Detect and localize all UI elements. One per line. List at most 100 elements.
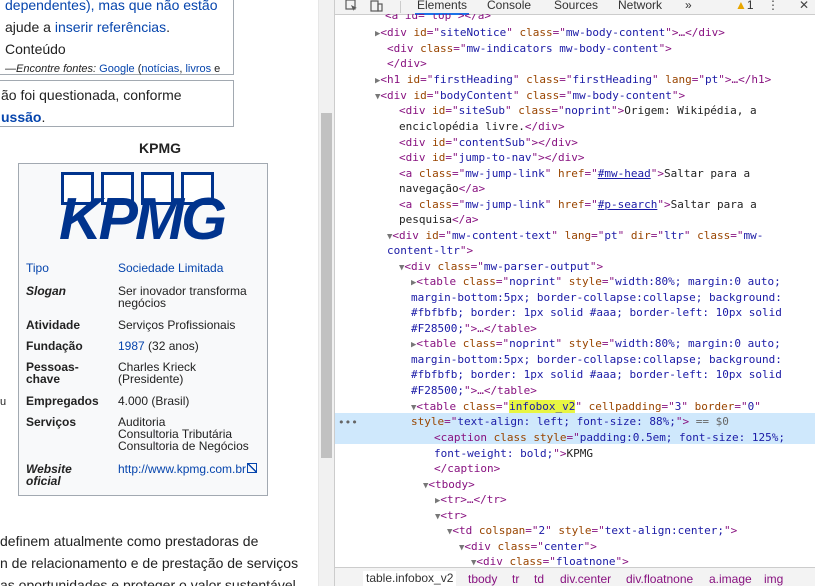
tree-node[interactable]: margin-bottom:5px; border-collapse:colla…	[411, 290, 815, 306]
tree-node[interactable]: navegação</a>	[399, 181, 815, 197]
website-link[interactable]: http://www.kpmg.com.br	[118, 462, 257, 476]
more-tabs-button[interactable]: »	[685, 0, 692, 12]
breadcrumb-item[interactable]: table.infobox_v2	[363, 571, 457, 586]
attr-value: pt	[705, 73, 719, 86]
tree-node[interactable]: ▼<tbody>	[423, 477, 815, 493]
dependentes-link[interactable]: dependentes), mas que não estão	[5, 0, 218, 13]
tree-node[interactable]: #fbfbfb; border: 1px solid #aaa; border-…	[411, 367, 815, 383]
breadcrumb-item[interactable]: tr	[512, 572, 519, 586]
tree-node[interactable]: <div id="siteSub" class="noprint">Origem…	[399, 103, 815, 119]
discussion-link[interactable]: ussão	[1, 109, 41, 125]
tree-node[interactable]: ▶<table class="noprint" style="width:80%…	[411, 336, 815, 352]
attr-value: #F28500;	[411, 322, 464, 335]
tree-node[interactable]: margin-bottom:5px; border-collapse:colla…	[411, 352, 815, 368]
row-value: Charles Krieck (Presidente)	[118, 360, 197, 386]
row-value-text: (32 anos)	[144, 339, 199, 353]
tree-node[interactable]: #F28500;">…</table>	[411, 383, 815, 399]
tree-node[interactable]: font-weight: bold;">KPMG	[434, 446, 815, 462]
attr-link[interactable]: #mw-head	[598, 167, 651, 180]
elements-tree[interactable]: ••• <a id="top"></a> ▶<div id="siteNotic…	[335, 14, 815, 567]
row-key-link[interactable]: Tipo	[26, 262, 116, 274]
tree-node[interactable]: content-ltr">	[387, 243, 815, 259]
breadcrumb-item[interactable]: div.floatnone	[626, 572, 693, 586]
insert-references-link[interactable]: inserir referências	[55, 19, 166, 35]
tree-node[interactable]: ▼<div class="center">	[459, 539, 815, 555]
tree-node[interactable]: </div>	[387, 56, 815, 72]
attr-value: mw-body-content	[572, 89, 672, 102]
tree-node[interactable]: <a class="mw-jump-link" href="#p-search"…	[399, 197, 815, 213]
tree-node[interactable]: ▼<div class="floatnone">	[471, 554, 815, 567]
tree-node[interactable]: <div class="mw-indicators mw-body-conten…	[387, 41, 815, 57]
tree-node[interactable]: ▼<div id="mw-content-text" lang="pt" dir…	[387, 228, 815, 244]
attr-value: pt	[604, 229, 618, 242]
tree-node[interactable]: ▼<div class="mw-parser-output">	[399, 259, 815, 275]
row-key: Pessoas-chave	[26, 361, 116, 385]
tree-node[interactable]: ▶<tr>…</tr>	[435, 492, 815, 508]
node-text: Saltar para a	[663, 167, 751, 180]
tree-node[interactable]: </caption>	[434, 461, 815, 477]
breadcrumb-item[interactable]: div.center	[560, 572, 611, 586]
references-notice: dependentes), mas que não estão ajude a …	[0, 0, 234, 75]
tree-node[interactable]: ▼<div id="bodyContent" class="mw-body-co…	[375, 88, 815, 104]
attr-value: noprint	[564, 104, 611, 117]
tree-node[interactable]: ▼<tr>	[435, 508, 815, 524]
books-link[interactable]: livros	[185, 63, 211, 75]
kpmg-logo[interactable]: KPMG	[59, 172, 253, 254]
tree-node[interactable]: ▶<div id="siteNotice" class="mw-body-con…	[375, 25, 815, 41]
service-item: Consultoria de Negócios	[118, 439, 249, 453]
attr-value: contentSub	[458, 136, 525, 149]
devtools-panel: Elements Console Sources Network » ▲1 ⋮ …	[334, 0, 815, 586]
row-value: 1987 (32 anos)	[118, 340, 264, 352]
news-link[interactable]: notícias	[141, 63, 179, 75]
tree-node[interactable]: <div id="jump-to-nav"></div>	[399, 150, 815, 166]
google-link[interactable]: Google	[99, 63, 134, 75]
breadcrumb-item[interactable]: a.image	[709, 572, 752, 586]
tab-elements[interactable]: Elements	[414, 0, 470, 15]
selected-tree-node[interactable]: style="text-align: left; font-size: 88%;…	[411, 414, 815, 430]
tree-node[interactable]: #F28500;">…</table>	[411, 321, 815, 337]
tree-node[interactable]: ▶<h1 id="firstHeading" class="firstHeadi…	[375, 72, 815, 88]
node-text: <a id="top"></a>	[385, 14, 491, 22]
row-value-link[interactable]: Sociedade Limitada	[118, 262, 264, 274]
notice-text: e	[211, 63, 221, 75]
body-line: definem atualmente como prestadoras de	[0, 533, 259, 549]
tree-node[interactable]: #fbfbfb; border: 1px solid #aaa; border-…	[411, 305, 815, 321]
tree-node[interactable]: <a id="top"></a>	[385, 14, 815, 24]
tree-node[interactable]: enciclopédia livre.</div>	[399, 119, 815, 135]
tree-node[interactable]: ▶<table class="noprint" style="width:80%…	[411, 274, 815, 290]
tree-node[interactable]: <caption class style="padding:0.5em; fon…	[434, 430, 815, 446]
attr-value: width:80%; margin:0 auto;	[615, 337, 781, 350]
tab-sources[interactable]: Sources	[554, 0, 598, 12]
infobox-caption: KPMG	[139, 140, 181, 156]
warning-count: 1	[746, 0, 754, 12]
selected-tree-node[interactable]: ▼<table class="infobox_v2" cellpadding="…	[411, 399, 815, 415]
year-link[interactable]: 1987	[118, 339, 145, 353]
scrollbar-thumb[interactable]	[321, 113, 332, 458]
tab-console[interactable]: Console	[487, 0, 531, 12]
attr-value: #F28500;	[411, 384, 464, 397]
inspect-element-icon[interactable]	[345, 0, 358, 15]
attr-value: jump-to-nav	[458, 151, 532, 164]
attr-value: #fbfbfb; border: 1px solid #aaa; border-…	[411, 368, 782, 381]
warning-badge[interactable]: ▲1	[735, 0, 754, 12]
settings-menu-icon[interactable]: ⋮	[767, 0, 779, 12]
page-scrollbar[interactable]	[318, 0, 334, 586]
tab-network[interactable]: Network	[618, 0, 662, 12]
tree-node[interactable]: pesquisa</a>	[399, 212, 815, 228]
close-icon[interactable]: ✕	[799, 0, 809, 12]
row-value: 4.000 (Brasil)	[118, 394, 190, 408]
breadcrumb-item[interactable]: tbody	[468, 572, 497, 586]
article-body: definem atualmente como prestadoras de n…	[0, 530, 318, 586]
breadcrumb-item[interactable]: td	[534, 572, 544, 586]
tree-node[interactable]: <div id="contentSub"></div>	[399, 135, 815, 151]
attr-value: mw-indicators mw-body-content	[466, 42, 659, 55]
breadcrumb-item[interactable]: img	[764, 572, 783, 586]
node-actions-icon[interactable]: •••	[338, 415, 358, 431]
device-toolbar-icon[interactable]	[370, 0, 383, 15]
find-sources-line: —Encontre fontes: Google (notícias, livr…	[5, 61, 227, 77]
node-text: pesquisa	[399, 213, 452, 226]
tree-node[interactable]: <a class="mw-jump-link" href="#mw-head">…	[399, 166, 815, 182]
attr-link[interactable]: #p-search	[598, 198, 658, 211]
tree-node[interactable]: ▼<td colspan="2" style="text-align:cente…	[447, 523, 815, 539]
attr-value-highlighted: infobox_v2	[509, 400, 576, 413]
